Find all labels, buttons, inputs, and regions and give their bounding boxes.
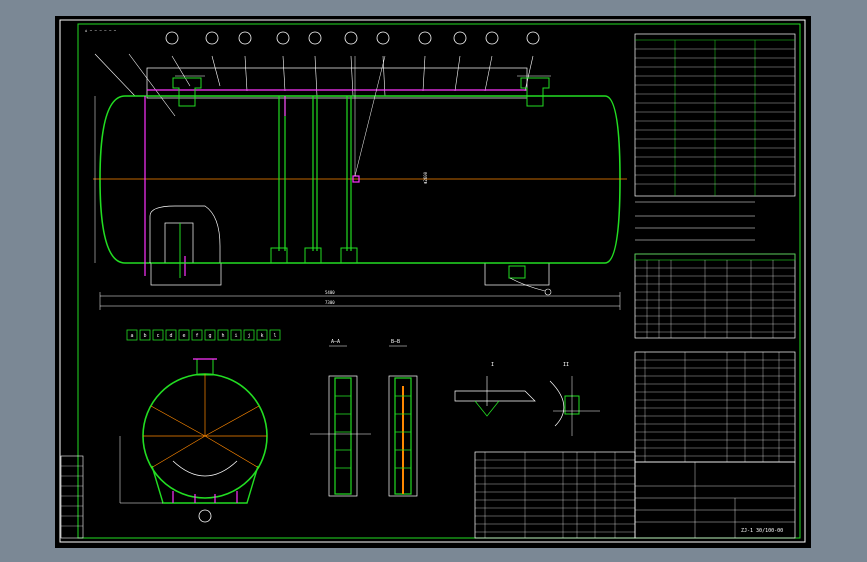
main-elevation-view: ⌂ ∼ ∼ ∼ ∼ ∼ ∼ 5400 7300 Φ2600 — [85, 28, 627, 310]
nozzle-mark-b: b — [143, 333, 146, 339]
technical-characteristics-table — [634, 33, 796, 241]
vessel-shell — [99, 95, 621, 264]
revision-table — [60, 455, 84, 539]
nozzle-mark-e: e — [182, 333, 185, 339]
section-views: A—A B—B — [310, 339, 418, 497]
svg-text:5400: 5400 — [325, 290, 335, 295]
detail-ii-label: II — [563, 362, 569, 368]
nozzle-mark-h: h — [221, 333, 224, 339]
nozzle-mark-c: c — [156, 333, 159, 339]
detail-views: I II — [454, 362, 600, 436]
sheet-inner-border — [77, 23, 801, 539]
nozzle-mark-g: g — [208, 333, 211, 339]
cad-viewport[interactable]: ⌂ ∼ ∼ ∼ ∼ ∼ ∼ 5400 7300 Φ2600 a b c d e … — [55, 16, 811, 548]
end-view: a b c d e f g h i j k l — [119, 329, 281, 523]
nozzle-mark-i: i — [234, 333, 237, 339]
svg-text:⌂ ∼ ∼ ∼ ∼ ∼ ∼: ⌂ ∼ ∼ ∼ ∼ ∼ ∼ — [85, 28, 117, 33]
svg-text:7300: 7300 — [325, 300, 335, 305]
detail-i-label: I — [491, 362, 494, 368]
nozzle-mark-k: k — [260, 333, 263, 339]
section-bb-label: B—B — [391, 339, 400, 345]
section-aa-label: A—A — [331, 339, 340, 345]
nozzle-mark-j: j — [247, 333, 250, 339]
drawing-canvas[interactable]: ⌂ ∼ ∼ ∼ ∼ ∼ ∼ 5400 7300 Φ2600 a b c d e … — [55, 16, 811, 548]
nozzle-balloons — [165, 31, 540, 45]
svg-text:Φ2600: Φ2600 — [423, 171, 428, 184]
nozzle-mark-d: d — [169, 333, 172, 339]
nozzle-mark-a: a — [130, 333, 133, 339]
lower-parts-list — [474, 451, 636, 539]
title-block: ZJ-1 30/100-00 — [634, 461, 796, 539]
nozzle-table — [634, 253, 796, 339]
drawing-number: ZJ-1 30/100-00 — [741, 528, 783, 534]
nozzle-mark-f: f — [195, 333, 198, 339]
parts-list-table — [634, 351, 796, 463]
nozzle-mark-l: l — [273, 333, 276, 339]
